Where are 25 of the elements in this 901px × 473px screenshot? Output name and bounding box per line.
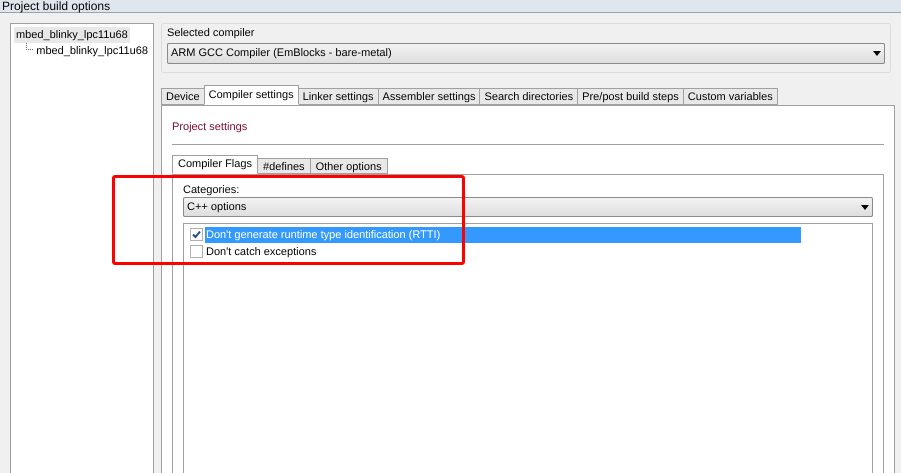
dropdown-arrow-icon: [873, 51, 881, 56]
compiler-dropdown[interactable]: ARM GCC Compiler (EmBlocks - bare-metal): [167, 43, 885, 64]
checkbox[interactable]: [190, 245, 203, 258]
window-title: Project build options: [2, 0, 110, 12]
tree-item[interactable]: mbed_blinky_lpc11u68: [34, 43, 150, 59]
categories-label: Categories:: [183, 184, 240, 197]
section-title: Project settings: [172, 120, 248, 134]
checkbox[interactable]: [190, 228, 203, 241]
option-item[interactable]: Don't catch exceptions: [205, 244, 318, 260]
tab[interactable]: Assembler settings: [378, 88, 480, 105]
tab[interactable]: Compiler settings: [204, 85, 299, 105]
tab[interactable]: Search directories: [479, 88, 578, 105]
tree-item[interactable]: mbed_blinky_lpc11u68: [14, 27, 130, 43]
tab[interactable]: Custom variables: [682, 88, 778, 105]
categories-dropdown[interactable]: C++ options: [183, 197, 873, 217]
dropdown-arrow-icon: [861, 204, 869, 210]
checkmark-icon: [192, 230, 201, 239]
tab[interactable]: #defines: [256, 158, 311, 174]
tree-connector-icon: [26, 43, 34, 50]
tab[interactable]: Pre/post build steps: [577, 88, 684, 105]
tab[interactable]: Device: [161, 88, 205, 105]
group-label: Selected compiler: [167, 26, 256, 40]
tab[interactable]: Linker settings: [298, 88, 379, 105]
tab[interactable]: Compiler Flags: [172, 155, 258, 174]
tab[interactable]: Other options: [310, 158, 388, 174]
